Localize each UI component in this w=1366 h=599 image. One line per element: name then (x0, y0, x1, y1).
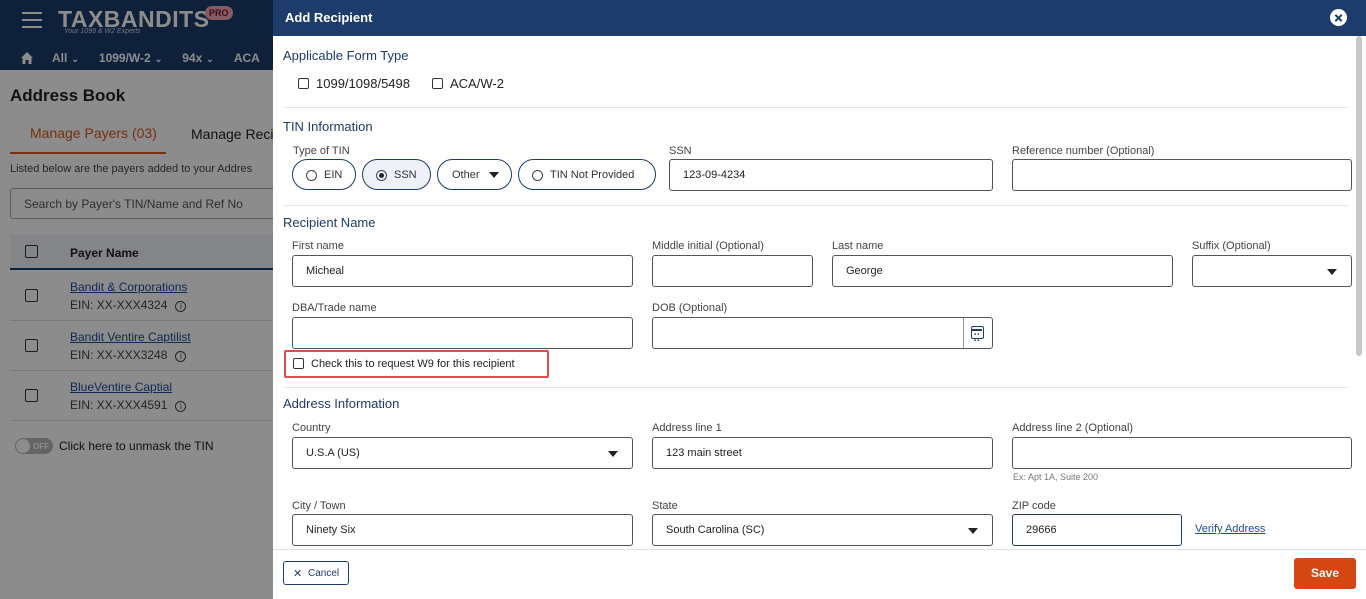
calendar-icon[interactable]: ▪▪ ▪▪ (971, 326, 984, 344)
cancel-label: Cancel (308, 568, 340, 579)
add-recipient-drawer: Add Recipient Applicable Form Type 1099/… (273, 0, 1366, 599)
address-line2-field[interactable] (1012, 437, 1352, 469)
section-title-form-type: Applicable Form Type (283, 48, 409, 63)
tin-type-other-dropdown[interactable]: Other (437, 159, 512, 190)
dba-field[interactable] (292, 317, 633, 349)
first-name-label: First name (292, 240, 344, 252)
divider (283, 107, 1349, 108)
dba-label: DBA/Trade name (292, 302, 377, 314)
state-value: South Carolina (SC) (666, 524, 765, 536)
reference-number-label: Reference number (Optional) (1012, 145, 1155, 157)
caret-down-icon (489, 172, 499, 178)
dob-label: DOB (Optional) (652, 302, 728, 314)
reference-number-field[interactable] (1012, 159, 1352, 191)
form-type-1099-label[interactable]: 1099/1098/5498 (316, 76, 410, 91)
form-type-1099-checkbox[interactable] (298, 78, 309, 89)
state-select[interactable]: South Carolina (SC) (652, 514, 993, 546)
section-title-tin: TIN Information (283, 119, 373, 134)
verify-address-link[interactable]: Verify Address (1195, 523, 1265, 535)
zip-label: ZIP code (1012, 500, 1056, 512)
calendar-dots: ▪▪ ▪▪ (974, 332, 981, 344)
tin-type-label: Type of TIN (293, 145, 350, 157)
address-line1-field[interactable]: 123 main street (652, 437, 993, 469)
address-line1-label: Address line 1 (652, 422, 722, 434)
section-title-recipient-name: Recipient Name (283, 215, 376, 230)
request-w9-checkbox[interactable] (293, 358, 304, 369)
tin-type-ssn-radio[interactable]: SSN (362, 159, 431, 190)
last-name-field[interactable]: George (832, 255, 1173, 287)
cancel-button[interactable]: ✕ Cancel (283, 561, 349, 585)
radio-circle-selected (376, 170, 387, 181)
country-value: U.S.A (US) (306, 447, 360, 459)
country-select[interactable]: U.S.A (US) (292, 437, 633, 469)
ssn-field[interactable]: 123-09-4234 (669, 159, 993, 191)
country-label: Country (292, 422, 331, 434)
caret-down-icon (608, 451, 618, 457)
drawer-title: Add Recipient (285, 10, 373, 25)
middle-initial-label: Middle initial (Optional) (652, 240, 764, 252)
first-name-field[interactable]: Micheal (292, 255, 633, 287)
form-type-aca-checkbox[interactable] (432, 78, 443, 89)
tin-type-label: EIN (324, 169, 343, 181)
request-w9-highlight: Check this to request W9 for this recipi… (284, 350, 549, 378)
section-title-address: Address Information (283, 396, 400, 411)
tin-type-label: Other (452, 169, 480, 181)
tin-type-label: SSN (394, 169, 417, 181)
caret-down-icon (968, 528, 978, 534)
save-button[interactable]: Save (1294, 558, 1356, 589)
drawer-header: Add Recipient (273, 0, 1366, 36)
radio-circle (532, 170, 543, 181)
form-type-aca-label[interactable]: ACA/W-2 (450, 76, 504, 91)
middle-initial-field[interactable] (652, 255, 813, 287)
dob-field[interactable]: ▪▪ ▪▪ (652, 317, 993, 349)
request-w9-label[interactable]: Check this to request W9 for this recipi… (311, 358, 515, 370)
field-separator (963, 318, 964, 348)
ssn-label: SSN (669, 145, 692, 157)
suffix-label: Suffix (Optional) (1192, 240, 1271, 252)
tin-type-label: TIN Not Provided (550, 169, 635, 181)
radio-circle (306, 170, 317, 181)
city-label: City / Town (292, 500, 346, 512)
suffix-select[interactable] (1192, 255, 1352, 287)
divider (283, 387, 1349, 388)
divider (283, 205, 1349, 206)
address-line2-helper: Ex: Apt 1A, Suite 200 (1013, 472, 1099, 482)
city-field[interactable]: Ninety Six (292, 514, 633, 546)
drawer-footer: ✕ Cancel Save (273, 549, 1366, 599)
scrollbar[interactable] (1356, 36, 1362, 356)
tin-type-not-provided-radio[interactable]: TIN Not Provided (518, 159, 656, 190)
state-label: State (652, 500, 678, 512)
last-name-label: Last name (832, 240, 884, 252)
zip-field[interactable]: 29666 (1012, 514, 1182, 546)
tin-type-ein-radio[interactable]: EIN (292, 159, 356, 190)
address-line2-label: Address line 2 (Optional) (1012, 422, 1134, 434)
caret-down-icon (1327, 269, 1337, 275)
close-icon: ✕ (293, 568, 303, 580)
close-icon[interactable] (1330, 9, 1347, 26)
